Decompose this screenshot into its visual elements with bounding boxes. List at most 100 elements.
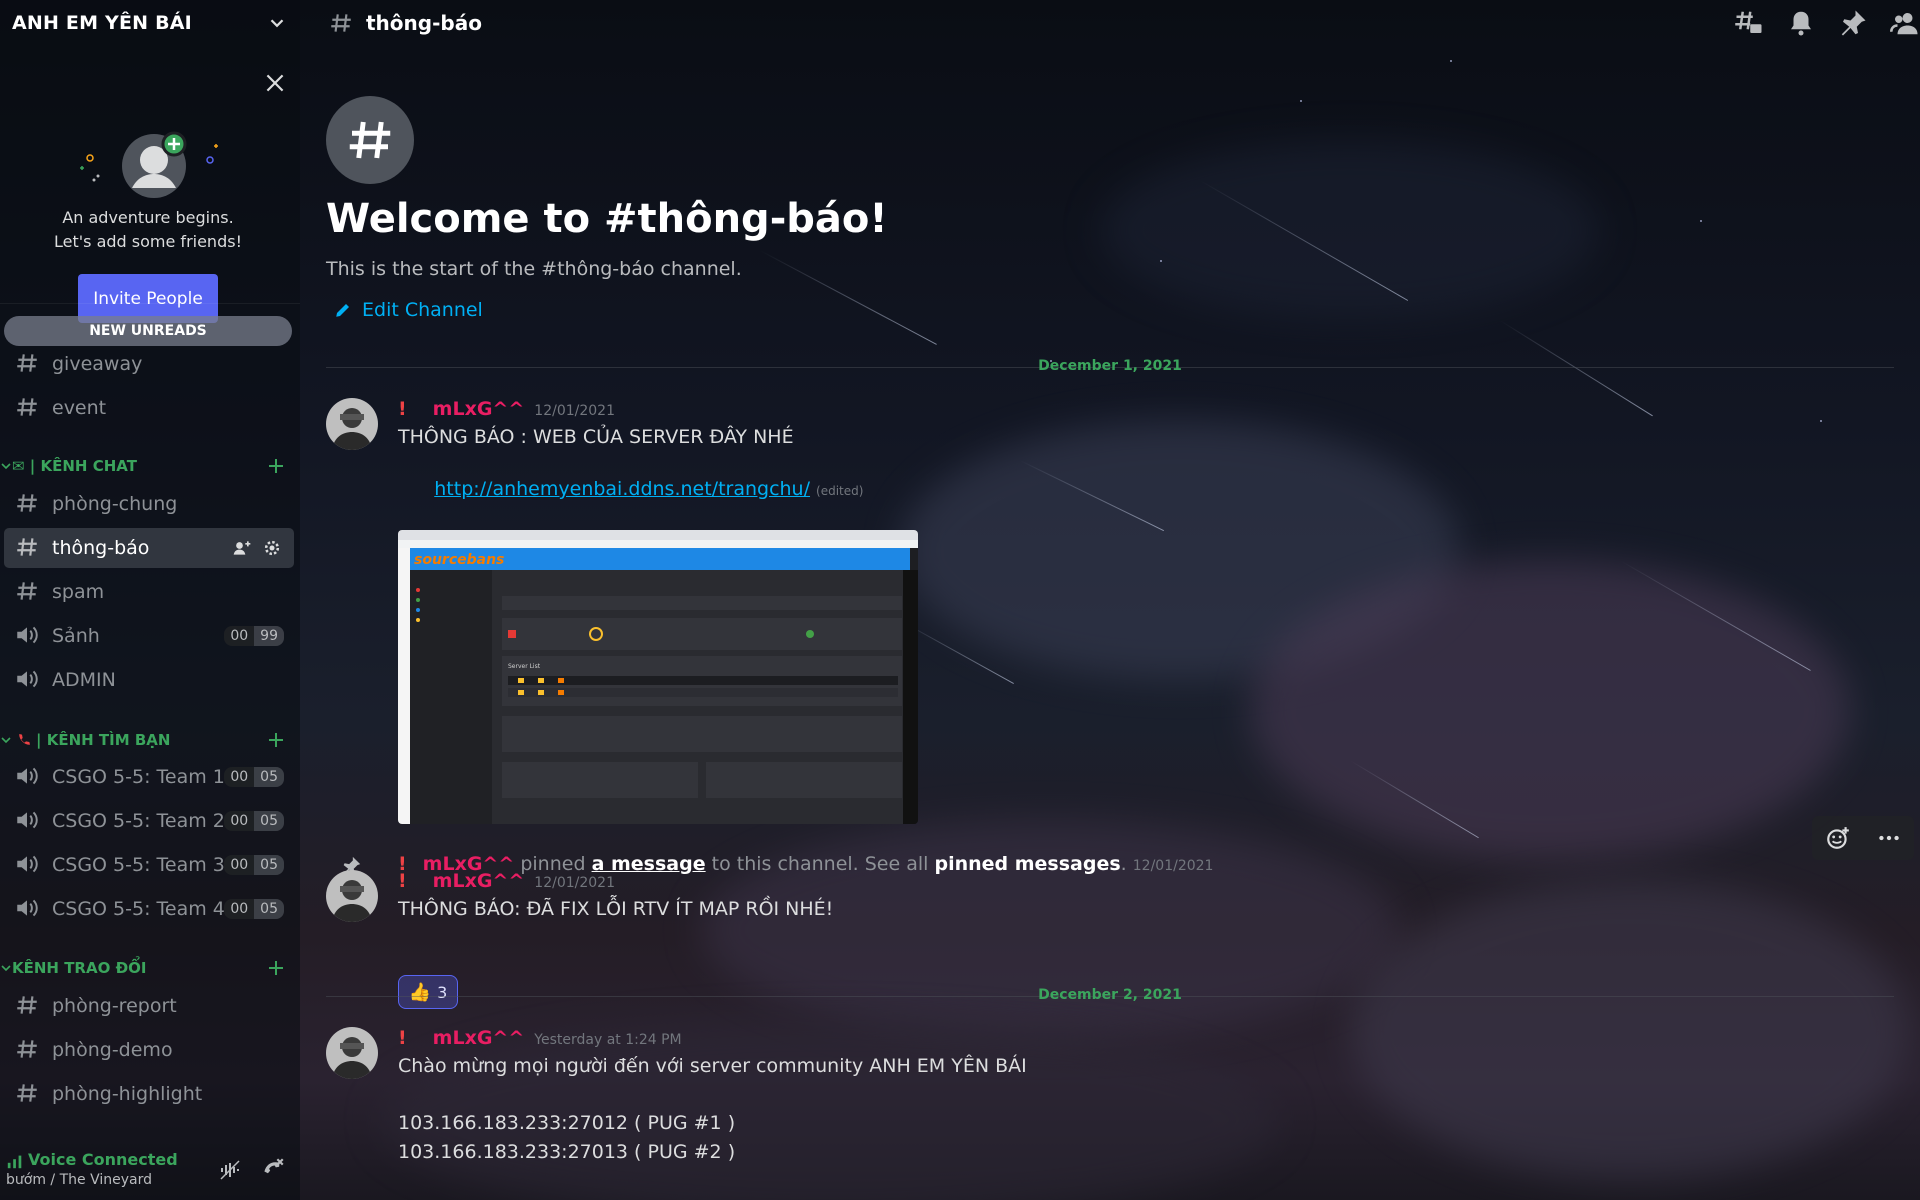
add-reaction-icon[interactable]: [1825, 825, 1851, 851]
close-icon[interactable]: [262, 70, 288, 96]
server-name: ANH EM YÊN BÁI: [12, 12, 192, 34]
speaker-icon: [14, 895, 42, 923]
category-kenh-trao-doi[interactable]: KÊNH TRAO ĐỔI: [0, 956, 300, 980]
channel-phong-chung[interactable]: phòng-chung: [4, 484, 294, 524]
avatar[interactable]: [326, 870, 378, 922]
signal-icon: [7, 1155, 22, 1169]
speaker-icon: [14, 763, 42, 791]
channel-phong-demo[interactable]: phòng-demo: [4, 1030, 294, 1070]
website-screenshot-image: sourcebans Server List: [398, 530, 918, 824]
add-channel-icon[interactable]: [266, 730, 286, 750]
gear-icon[interactable]: [262, 538, 282, 558]
invite-text: An adventure begins. Let's add some frie…: [0, 206, 296, 254]
voice-channel-team-4[interactable]: CSGO 5-5: Team 4 00 05: [4, 889, 294, 929]
threads-icon[interactable]: [1734, 8, 1764, 38]
server-header[interactable]: ANH EM YÊN BÁI: [0, 0, 300, 46]
channel-event[interactable]: event: [4, 388, 294, 428]
date-divider: December 1, 2021: [326, 358, 1894, 374]
category-label: | KÊNH TÌM BẠN: [36, 731, 171, 749]
avatar[interactable]: [326, 1027, 378, 1079]
noise-suppression-icon[interactable]: [218, 1158, 242, 1182]
text-channel-icon: [331, 14, 351, 32]
voice-connected-panel: Voice Connected bướm / The Vineyard: [0, 1142, 300, 1200]
text-channel-icon: [14, 490, 42, 518]
invite-line-1: An adventure begins.: [62, 208, 234, 227]
avatar-placeholder-icon: [122, 131, 187, 198]
channel-label: CSGO 5-5: Team 4: [52, 898, 225, 920]
voice-channel-team-2[interactable]: CSGO 5-5: Team 2 00 05: [4, 801, 294, 841]
speaker-icon: [14, 807, 42, 835]
embed-brand: sourcebans: [414, 552, 504, 568]
alert-badge-icon: !: [398, 870, 407, 892]
message-header: ! mLxG^^ Yesterday at 1:24 PM: [398, 1027, 682, 1049]
channel-phong-report[interactable]: phòng-report: [4, 986, 294, 1026]
embed-table-title: Server List: [508, 663, 541, 670]
alert-badge-icon: !: [398, 1027, 407, 1049]
edited-label: (edited): [816, 484, 864, 498]
voice-channel-admin[interactable]: ADMIN: [4, 660, 294, 700]
channel-label: thông-báo: [52, 537, 150, 559]
voice-status[interactable]: Voice Connected: [28, 1150, 178, 1169]
chevron-down-icon: [1, 737, 11, 744]
category-kenh-tim-ban[interactable]: | KÊNH TÌM BẠN: [0, 728, 300, 752]
message-header: ! mLxG^^ 12/01/2021: [398, 870, 615, 892]
text-channel-icon: [14, 1080, 42, 1108]
pin-icon[interactable]: [1838, 8, 1868, 38]
message-link[interactable]: http://anhemyenbai.ddns.net/trangchu/: [434, 478, 810, 500]
header-toolbar: [1734, 8, 1920, 38]
message-link-row: http://anhemyenbai.ddns.net/trangchu/ (ed…: [398, 456, 863, 522]
channel-label: phòng-report: [52, 995, 177, 1017]
message-header: ! mLxG^^ 12/01/2021: [398, 398, 615, 420]
chevron-down-icon: [1, 463, 11, 470]
thumbs-up-icon: 👍: [408, 981, 432, 1003]
reaction-count: 3: [437, 982, 448, 1002]
channel-title: thông-báo: [366, 11, 482, 35]
edit-channel-link[interactable]: Edit Channel: [334, 299, 483, 321]
message-text: Chào mừng mọi người đến với server commu…: [398, 1055, 1027, 1077]
channel-phong-highlight[interactable]: phòng-highlight: [4, 1074, 294, 1114]
channel-label: CSGO 5-5: Team 2: [52, 810, 225, 832]
channel-spam[interactable]: spam: [4, 572, 294, 612]
timestamp: 12/01/2021: [534, 875, 615, 891]
message-text: 103.166.183.233:27012 ( PUG #1 ): [398, 1112, 736, 1134]
date-label: December 1, 2021: [1038, 358, 1182, 374]
channel-label: event: [52, 397, 107, 419]
category-label: ✉ | KÊNH CHAT: [12, 457, 137, 475]
username[interactable]: mLxG^^: [433, 870, 525, 892]
user-limit-badge: 00 99: [224, 626, 284, 646]
alert-badge-icon: !: [398, 398, 407, 420]
avatar[interactable]: [326, 398, 378, 450]
create-invite-icon[interactable]: [232, 538, 252, 558]
new-unreads-badge[interactable]: NEW UNREADS: [4, 316, 292, 346]
edit-channel-label: Edit Channel: [362, 299, 483, 321]
user-limit-badge: 00 05: [224, 811, 284, 831]
message-text: THÔNG BÁO: ĐÃ FIX LỖI RTV ÍT MAP RỒI NHÉ…: [398, 898, 834, 920]
members-icon[interactable]: [1890, 8, 1920, 38]
channel-giveaway[interactable]: giveaway: [4, 344, 294, 384]
voice-channel-team-1[interactable]: CSGO 5-5: Team 1 00 05: [4, 757, 294, 797]
chevron-down-icon[interactable]: [266, 12, 288, 34]
voice-location[interactable]: bướm / The Vineyard: [6, 1172, 152, 1188]
voice-channel-team-3[interactable]: CSGO 5-5: Team 3 00 05: [4, 845, 294, 885]
username[interactable]: mLxG^^: [433, 398, 525, 420]
text-channel-icon: [14, 1036, 42, 1064]
add-channel-icon[interactable]: [266, 958, 286, 978]
divider: [0, 303, 300, 304]
voice-channel-sanh[interactable]: Sảnh 00 99: [4, 616, 294, 656]
username[interactable]: mLxG^^: [433, 1027, 525, 1049]
reaction-thumbs-up[interactable]: 👍 3: [398, 975, 458, 1009]
welcome-title: Welcome to #thông-báo!: [326, 196, 888, 242]
date-label: December 2, 2021: [1038, 987, 1182, 1003]
add-channel-icon[interactable]: [266, 456, 286, 476]
embedded-image[interactable]: sourcebans Server List: [398, 530, 918, 824]
channel-label: CSGO 5-5: Team 3: [52, 854, 225, 876]
channel-thong-bao[interactable]: thông-báo: [4, 528, 294, 568]
timestamp: 12/01/2021: [534, 403, 615, 419]
channel-label: ADMIN: [52, 669, 116, 691]
speaker-icon: [14, 851, 42, 879]
text-channel-icon: [14, 992, 42, 1020]
disconnect-icon[interactable]: [260, 1156, 286, 1182]
category-kenh-chat[interactable]: ✉ | KÊNH CHAT: [0, 454, 300, 478]
more-options-icon[interactable]: [1876, 825, 1902, 851]
bell-icon[interactable]: [1786, 8, 1816, 38]
